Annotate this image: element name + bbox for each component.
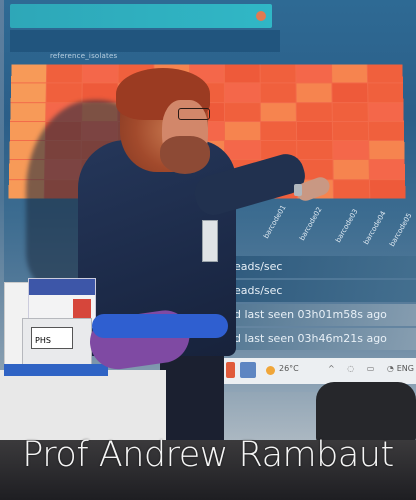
weather-icon xyxy=(266,366,275,375)
blue-tray xyxy=(4,364,108,376)
projected-subbar xyxy=(10,30,280,52)
projected-small-text: reference_isolates xyxy=(50,52,118,60)
projected-title-bar xyxy=(10,4,272,28)
wristwatch xyxy=(294,184,302,196)
heatmap-tick-label: barcode03 xyxy=(334,207,360,244)
app-icon xyxy=(240,362,256,378)
speaker-beard xyxy=(160,136,210,174)
heatmap-tick-label: barcode02 xyxy=(298,205,324,242)
chair xyxy=(316,382,416,442)
caption: Prof Andrew Rambaut xyxy=(22,435,394,475)
sequencer-box: PHS xyxy=(22,318,92,368)
heatmap-tick-label: barcode04 xyxy=(362,209,388,246)
temperature-text: 26°C xyxy=(279,364,299,373)
heatmap-tick-label: barcode01 xyxy=(262,203,288,240)
box-label: PHS xyxy=(31,327,73,349)
projected-taskbar: 26°C ^ ◌ ▭ ◔ ENG xyxy=(218,358,416,384)
language-indicator: ENG xyxy=(396,364,414,373)
glasses xyxy=(178,108,210,120)
tray-icons: ^ ◌ ▭ ◔ xyxy=(328,364,399,373)
heatmap-tick-label: barcode05 xyxy=(388,211,414,248)
record-dot-icon xyxy=(256,11,266,21)
blue-strap xyxy=(92,314,228,338)
photo: reference_isolates ✕ barcode01 barcode02… xyxy=(0,0,416,500)
app-icon xyxy=(226,362,235,378)
lanyard-badge xyxy=(202,220,218,262)
